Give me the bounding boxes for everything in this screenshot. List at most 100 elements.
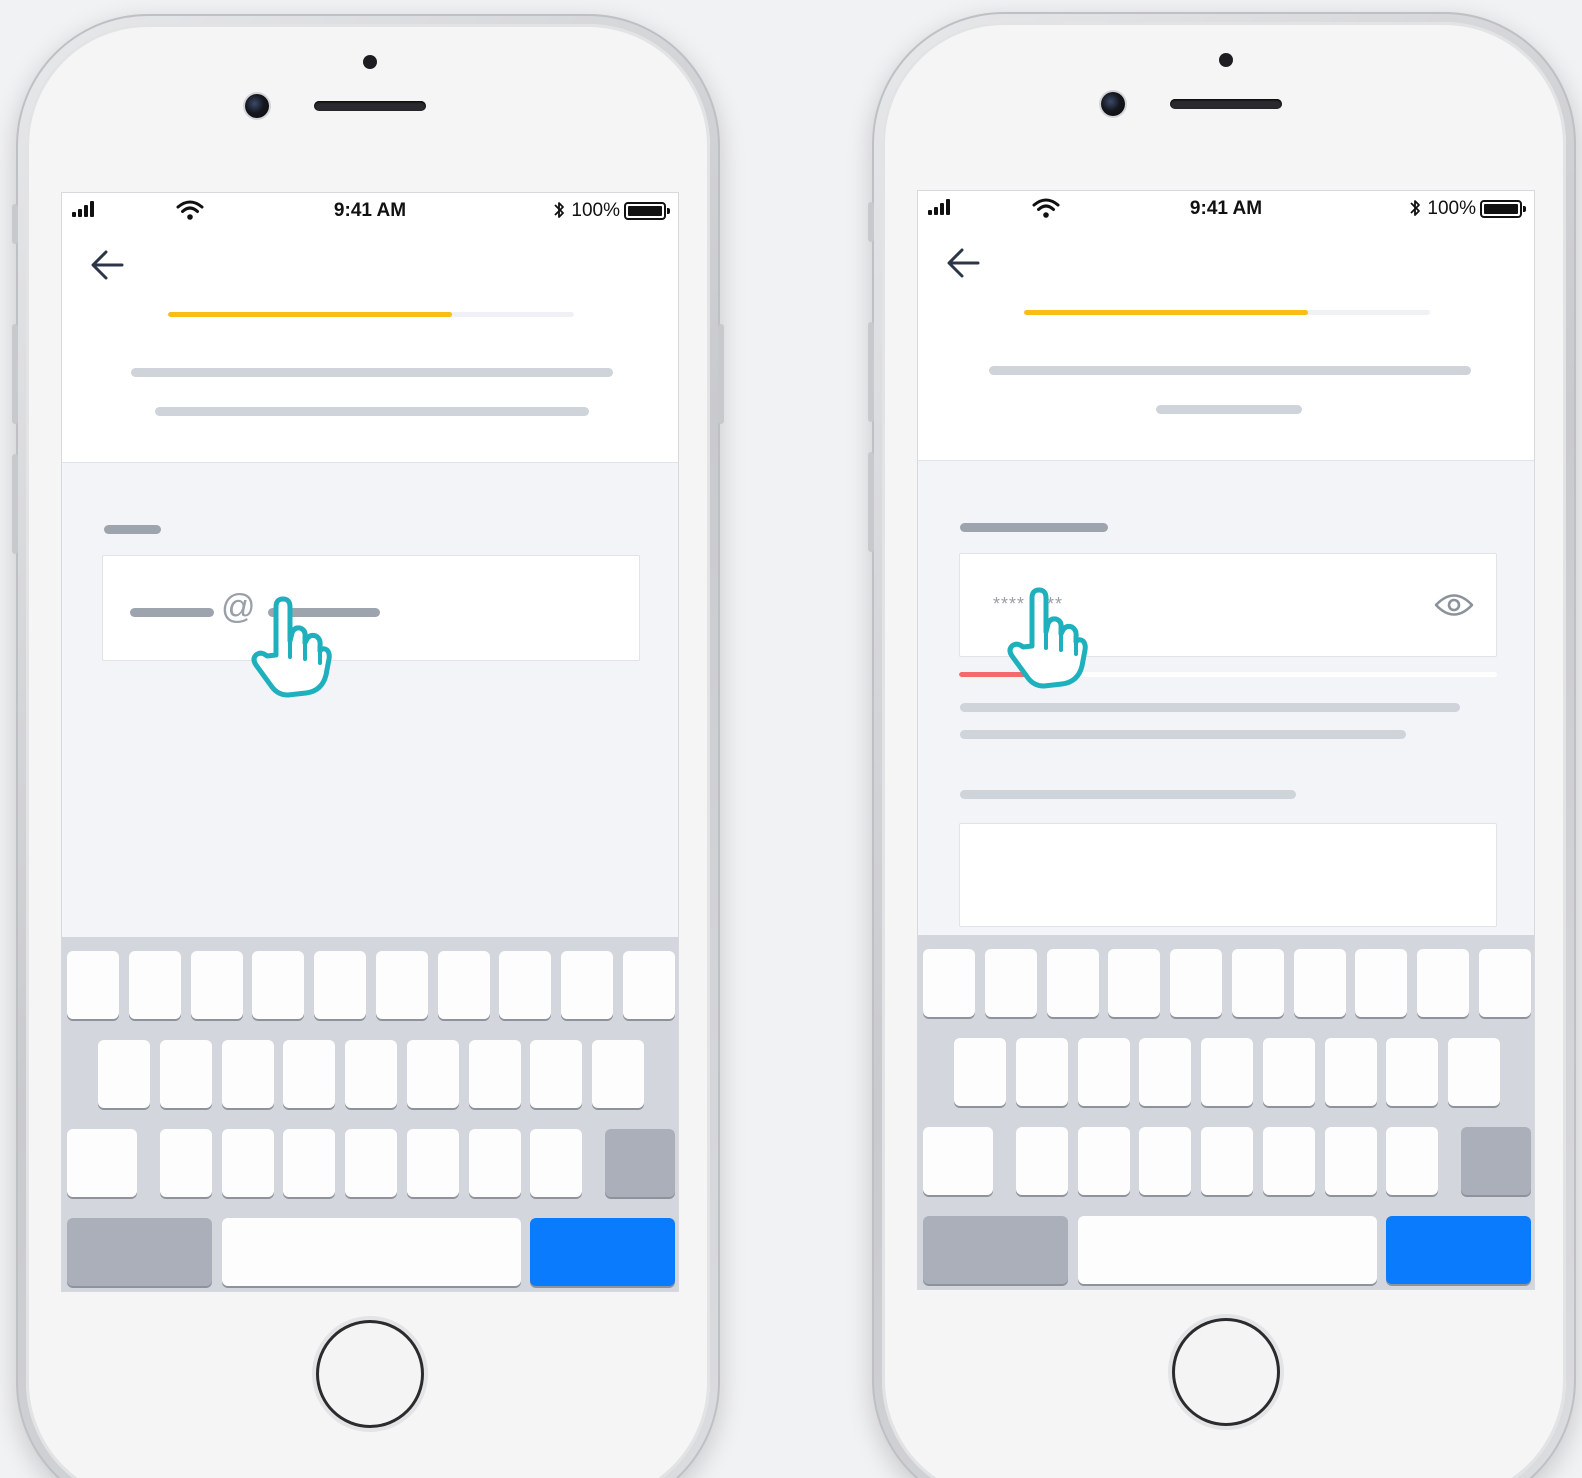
keyboard-key[interactable] (1047, 949, 1099, 1017)
phone-volume-down-button (12, 454, 18, 554)
keyboard-key[interactable] (1016, 1038, 1068, 1106)
keyboard-key[interactable] (67, 951, 119, 1019)
keyboard-key[interactable] (923, 949, 975, 1017)
numbers-key[interactable] (923, 1216, 1068, 1284)
home-button[interactable] (1172, 1318, 1280, 1426)
keyboard-key[interactable] (407, 1040, 459, 1108)
home-button[interactable] (316, 1320, 424, 1428)
phone-power-button (718, 324, 724, 424)
password-strength-meter (959, 672, 1497, 677)
field-label-placeholder (960, 790, 1296, 799)
keyboard-key[interactable] (283, 1040, 335, 1108)
keyboard-key[interactable] (222, 1129, 274, 1197)
confirm-password-input[interactable] (959, 823, 1497, 927)
subtitle-placeholder-line (1156, 405, 1302, 414)
front-camera (245, 94, 269, 118)
keyboard-key[interactable] (623, 951, 675, 1019)
keyboard-key[interactable] (376, 951, 428, 1019)
return-key[interactable] (530, 1218, 675, 1286)
email-at-symbol: @ (221, 588, 256, 626)
keyboard-key[interactable] (530, 1129, 582, 1197)
keyboard-key[interactable] (1448, 1038, 1500, 1106)
keyboard-key[interactable] (1139, 1127, 1191, 1195)
keyboard-key[interactable] (1325, 1038, 1377, 1106)
keyboard-key[interactable] (283, 1129, 335, 1197)
keyboard-key[interactable] (1232, 949, 1284, 1017)
keyboard-key[interactable] (1386, 1127, 1438, 1195)
bluetooth-icon (1410, 200, 1420, 216)
keyboard-key[interactable] (1139, 1038, 1191, 1106)
keyboard-key[interactable] (1078, 1038, 1130, 1106)
hint-placeholder-line (960, 703, 1460, 712)
keyboard-key[interactable] (1078, 1127, 1130, 1195)
phone-frame-right: 9:41 AM 100% **** **** (868, 12, 1576, 1478)
keyboard-key[interactable] (561, 951, 613, 1019)
keyboard-key[interactable] (314, 951, 366, 1019)
step-progress-fill (168, 312, 453, 317)
status-bar: 9:41 AM 100% (62, 193, 678, 229)
phone-frame-left: 9:41 AM 100% @ (12, 14, 724, 1478)
keyboard-key[interactable] (191, 951, 243, 1019)
keyboard-key[interactable] (222, 1040, 274, 1108)
step-progress-fill (1024, 310, 1309, 315)
password-input[interactable]: **** **** (959, 553, 1497, 657)
phone-volume-up-button (12, 324, 18, 424)
keyboard-key[interactable] (1170, 949, 1222, 1017)
keyboard-key[interactable] (345, 1040, 397, 1108)
keyboard-key[interactable] (407, 1129, 459, 1197)
backspace-key[interactable] (1461, 1127, 1531, 1195)
email-input[interactable]: @ (102, 555, 640, 661)
screen-password-step: 9:41 AM 100% **** **** (917, 190, 1535, 1290)
password-masked-value: **** **** (993, 594, 1064, 614)
keyboard-key[interactable] (160, 1129, 212, 1197)
keyboard-key[interactable] (985, 949, 1037, 1017)
space-key[interactable] (222, 1218, 521, 1286)
screen-email-step: 9:41 AM 100% @ (61, 192, 679, 1292)
back-button[interactable] (942, 241, 986, 285)
phone-volume-up-button (868, 322, 874, 422)
keyboard-key[interactable] (469, 1040, 521, 1108)
bluetooth-icon (554, 202, 564, 218)
keyboard-key[interactable] (1386, 1038, 1438, 1106)
keyboard-key[interactable] (345, 1129, 397, 1197)
keyboard-key[interactable] (438, 951, 490, 1019)
keyboard-key[interactable] (1325, 1127, 1377, 1195)
keyboard-key[interactable] (160, 1040, 212, 1108)
shift-key[interactable] (67, 1129, 137, 1197)
step-progress-bar (1024, 310, 1430, 315)
battery-percent: 100% (571, 200, 620, 221)
keyboard-key[interactable] (499, 951, 551, 1019)
keyboard-key[interactable] (469, 1129, 521, 1197)
keyboard-key[interactable] (1417, 949, 1469, 1017)
keyboard-key[interactable] (1294, 949, 1346, 1017)
keyboard-key[interactable] (1201, 1127, 1253, 1195)
keyboard-key[interactable] (1479, 949, 1531, 1017)
keyboard-key[interactable] (129, 951, 181, 1019)
battery-percent: 100% (1427, 198, 1476, 219)
field-label-placeholder (960, 523, 1108, 532)
proximity-sensor (1219, 53, 1233, 67)
keyboard-key[interactable] (252, 951, 304, 1019)
mockup-stage: 9:41 AM 100% @ 9:41 AM 100% **** **** (0, 0, 1582, 1478)
keyboard-key[interactable] (1108, 949, 1160, 1017)
front-camera (1101, 92, 1125, 116)
space-key[interactable] (1078, 1216, 1377, 1284)
keyboard-key[interactable] (954, 1038, 1006, 1106)
keyboard-key[interactable] (592, 1040, 644, 1108)
eye-icon[interactable] (1434, 592, 1474, 618)
shift-key[interactable] (923, 1127, 993, 1195)
keyboard-key[interactable] (1016, 1127, 1068, 1195)
keyboard-key[interactable] (1201, 1038, 1253, 1106)
return-key[interactable] (1386, 1216, 1531, 1284)
title-placeholder-line (989, 366, 1471, 375)
email-local-placeholder (130, 608, 214, 617)
keyboard-key[interactable] (98, 1040, 150, 1108)
numbers-key[interactable] (67, 1218, 212, 1286)
keyboard-key[interactable] (1263, 1127, 1315, 1195)
keyboard-key[interactable] (1263, 1038, 1315, 1106)
keyboard-key[interactable] (1355, 949, 1407, 1017)
back-button[interactable] (86, 243, 130, 287)
battery-icon (1480, 200, 1526, 218)
keyboard-key[interactable] (530, 1040, 582, 1108)
backspace-key[interactable] (605, 1129, 675, 1197)
